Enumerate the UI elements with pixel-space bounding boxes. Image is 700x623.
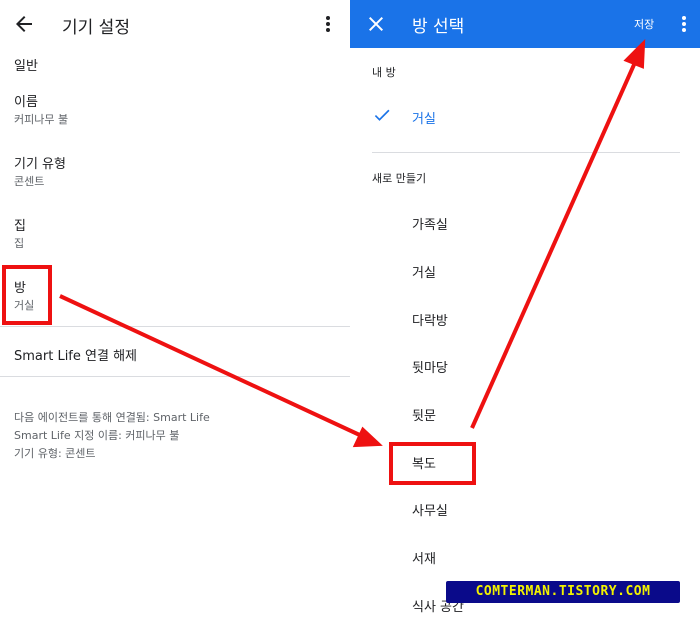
room-option[interactable]: 다락방 xyxy=(412,310,448,329)
setting-home[interactable]: 집 집 xyxy=(14,218,26,251)
device-settings-app-bar: 기기 설정 xyxy=(0,0,350,48)
create-new-header: 새로 만들기 xyxy=(372,172,427,185)
room-option[interactable]: 뒷문 xyxy=(412,405,436,424)
arrow-left-icon[interactable] xyxy=(12,12,36,36)
my-rooms-header: 내 방 xyxy=(372,66,396,79)
info-device-type: 기기 유형: 콘센트 xyxy=(14,447,96,460)
room-picker-app-bar: 방 선택 저장 xyxy=(350,0,700,48)
setting-device-type-label: 기기 유형 xyxy=(14,157,66,172)
divider xyxy=(372,152,680,153)
device-settings-screen: 기기 설정 일반 이름 커피나무 불 기기 유형 콘센트 집 집 방 거실 Sm… xyxy=(0,0,350,623)
watermark: COMTERMAN.TISTORY.COM xyxy=(446,581,680,603)
room-picker-title: 방 선택 xyxy=(412,17,465,37)
hallway-highlight-box xyxy=(389,442,476,485)
room-option[interactable]: 가족실 xyxy=(412,214,448,233)
setting-home-label: 집 xyxy=(14,219,26,234)
more-vert-icon[interactable] xyxy=(318,12,338,36)
unlink-smart-life-button[interactable]: Smart Life 연결 해제 xyxy=(14,345,137,364)
save-button[interactable]: 저장 xyxy=(634,16,654,32)
close-icon[interactable] xyxy=(364,12,388,36)
setting-home-value: 집 xyxy=(14,237,25,250)
info-linked-agent: 다음 에이전트를 통해 연결됨: Smart Life xyxy=(14,411,210,424)
more-vert-icon[interactable] xyxy=(676,12,692,36)
divider xyxy=(0,376,350,377)
setting-name[interactable]: 이름 커피나무 불 xyxy=(14,94,68,127)
setting-device-type[interactable]: 기기 유형 콘센트 xyxy=(14,156,66,189)
setting-name-value: 커피나무 불 xyxy=(14,113,69,126)
room-option[interactable]: 거실 xyxy=(412,262,436,281)
room-setting-highlight-box xyxy=(2,265,52,325)
setting-device-type-value: 콘센트 xyxy=(14,175,45,188)
room-option[interactable]: 뒷마당 xyxy=(412,357,448,376)
divider xyxy=(0,326,350,327)
page-title: 기기 설정 xyxy=(62,18,130,38)
check-icon xyxy=(372,105,392,125)
room-option[interactable]: 서재 xyxy=(412,548,436,567)
room-option[interactable]: 사무실 xyxy=(412,500,448,519)
section-general-header: 일반 xyxy=(14,59,38,74)
info-assigned-name: Smart Life 지정 이름: 커피나무 불 xyxy=(14,429,180,442)
setting-name-label: 이름 xyxy=(14,95,38,110)
room-picker-screen: 방 선택 저장 내 방 거실 새로 만들기 가족실 거실 다락방 뒷마당 뒷문 … xyxy=(350,0,700,623)
room-option-selected[interactable]: 거실 xyxy=(412,108,436,127)
